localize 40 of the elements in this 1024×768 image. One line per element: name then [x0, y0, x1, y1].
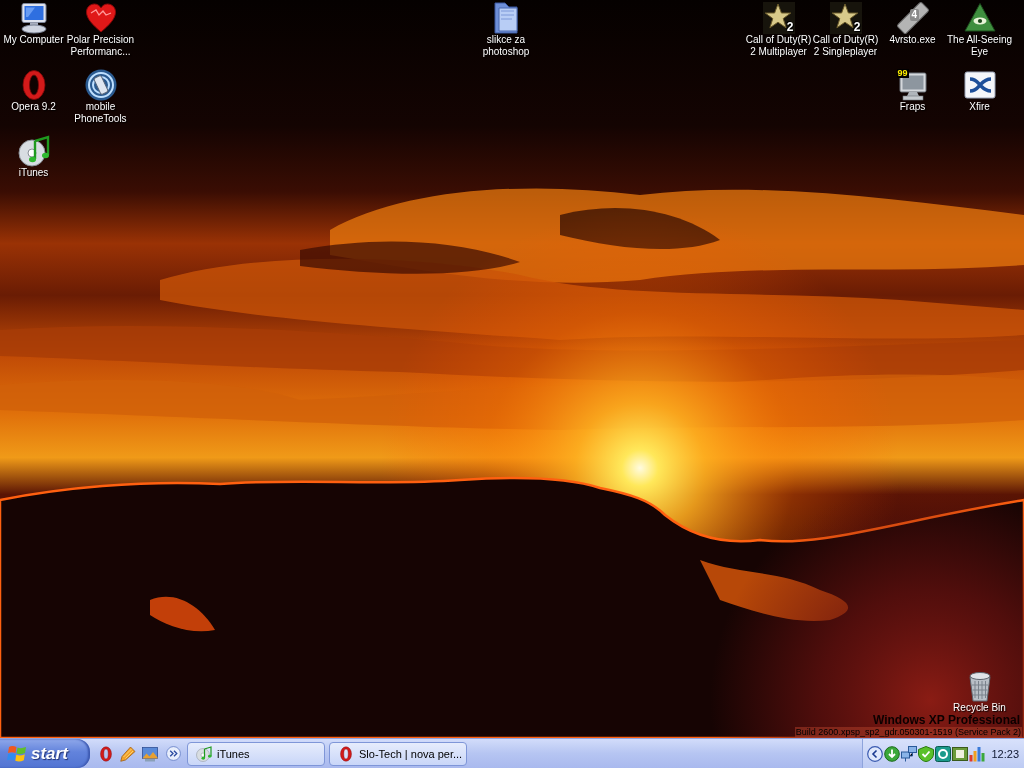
pencil-icon[interactable] — [120, 745, 136, 762]
taskbar-button[interactable]: Slo-Tech | nova per... — [329, 741, 467, 766]
download-circle-icon[interactable] — [884, 745, 901, 762]
icon-label[interactable]: My Computer — [3, 34, 64, 46]
icon-label[interactable]: Polar Precision Performanc... — [65, 34, 136, 58]
icon-number: 2 — [786, 21, 794, 33]
landscape-icon[interactable] — [142, 745, 158, 762]
icon-label[interactable]: Xfire — [969, 100, 990, 113]
icon-number: 2 — [853, 21, 861, 33]
icon-label[interactable]: Fraps — [899, 100, 926, 113]
phone-rings-icon[interactable] — [84, 68, 117, 101]
icon-number: 4 — [909, 9, 920, 21]
bar-chart-icon[interactable] — [969, 745, 986, 762]
clock: 12:23 — [991, 747, 1019, 760]
icon-label[interactable]: Opera 9.2 — [11, 100, 56, 113]
start-button[interactable]: start — [0, 739, 90, 768]
build-text: Build 2600.xpsp_sp2_gdr.050301-1519 (Service Pack 2) — [794, 727, 1022, 738]
network-icon[interactable] — [901, 745, 918, 762]
square-tile-icon[interactable] — [952, 745, 969, 762]
double-chevron-icon[interactable] — [166, 746, 181, 761]
edition-text: Windows XP Professional — [872, 714, 1020, 727]
heart-icon[interactable] — [84, 2, 117, 34]
music-disc-icon[interactable] — [17, 135, 50, 167]
icon-label[interactable]: iTunes — [18, 167, 49, 179]
icon-label[interactable]: 4vrsto.exe — [889, 34, 936, 46]
x-logo-icon[interactable] — [963, 68, 996, 101]
ring-icon — [338, 745, 354, 762]
taskbar-button[interactable]: iTunes — [187, 741, 325, 766]
flag-icon — [7, 744, 27, 763]
ring-tile-icon[interactable] — [935, 745, 952, 762]
icon-label[interactable]: mobile PhoneTools — [65, 100, 136, 125]
icon-label[interactable]: Recycle Bin — [953, 702, 1006, 714]
icon-label[interactable]: slikce za photoshop — [471, 34, 541, 58]
icon-number: 99 — [896, 68, 909, 78]
eye-pyramid-icon[interactable] — [963, 2, 996, 34]
ring-icon[interactable] — [98, 745, 114, 762]
music-disc-icon — [196, 745, 212, 762]
icon-label[interactable]: The All-Seeing Eye — [944, 34, 1015, 58]
check-shield-icon[interactable] — [918, 745, 935, 762]
chevron-left-icon[interactable] — [867, 745, 884, 762]
